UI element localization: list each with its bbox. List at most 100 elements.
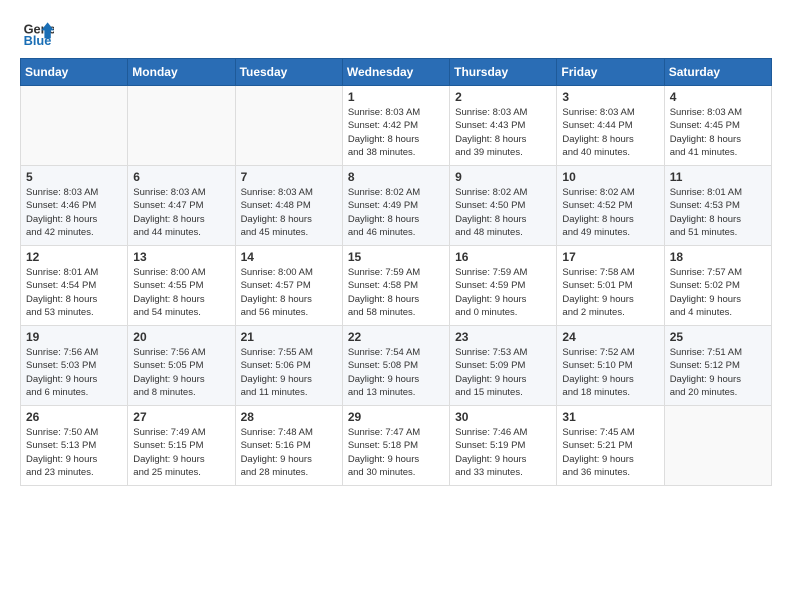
day-of-week-header: Friday <box>557 59 664 86</box>
day-info: Sunrise: 8:01 AM Sunset: 4:53 PM Dayligh… <box>670 186 766 239</box>
day-info: Sunrise: 8:02 AM Sunset: 4:50 PM Dayligh… <box>455 186 551 239</box>
day-info: Sunrise: 7:48 AM Sunset: 5:16 PM Dayligh… <box>241 426 337 479</box>
day-info: Sunrise: 7:59 AM Sunset: 4:58 PM Dayligh… <box>348 266 444 319</box>
calendar-cell: 7Sunrise: 8:03 AM Sunset: 4:48 PM Daylig… <box>235 166 342 246</box>
calendar-cell <box>21 86 128 166</box>
logo: General Blue <box>20 16 54 48</box>
day-info: Sunrise: 8:02 AM Sunset: 4:52 PM Dayligh… <box>562 186 658 239</box>
day-number: 19 <box>26 330 122 344</box>
day-info: Sunrise: 8:00 AM Sunset: 4:57 PM Dayligh… <box>241 266 337 319</box>
day-info: Sunrise: 7:49 AM Sunset: 5:15 PM Dayligh… <box>133 426 229 479</box>
day-info: Sunrise: 8:02 AM Sunset: 4:49 PM Dayligh… <box>348 186 444 239</box>
day-info: Sunrise: 8:03 AM Sunset: 4:44 PM Dayligh… <box>562 106 658 159</box>
calendar-cell: 23 Sunrise: 7:53 AM Sunset: 5:09 PM Dayli… <box>450 326 557 406</box>
day-number: 18 <box>670 250 766 264</box>
day-number: 26 <box>26 410 122 424</box>
day-info: Sunrise: 7:53 AM Sunset: 5:09 PM Dayligh… <box>455 346 551 399</box>
calendar-cell: 8 Sunrise: 8:02 AM Sunset: 4:49 PM Daylig… <box>342 166 449 246</box>
day-info: Sunrise: 8:03 AM Sunset: 4:42 PM Dayligh… <box>348 106 444 159</box>
day-info: Sunrise: 8:03 AM Sunset: 4:47 PM Dayligh… <box>133 186 229 239</box>
day-number: 3 <box>562 90 658 104</box>
day-info: Sunrise: 7:58 AM Sunset: 5:01 PM Dayligh… <box>562 266 658 319</box>
day-info: Sunrise: 7:56 AM Sunset: 5:03 PM Dayligh… <box>26 346 122 399</box>
day-number: 12 <box>26 250 122 264</box>
day-number: 1 <box>348 90 444 104</box>
day-info: Sunrise: 7:45 AM Sunset: 5:21 PM Dayligh… <box>562 426 658 479</box>
calendar-cell: 12Sunrise: 8:01 AM Sunset: 4:54 PM Dayli… <box>21 246 128 326</box>
day-info: Sunrise: 7:54 AM Sunset: 5:08 PM Dayligh… <box>348 346 444 399</box>
calendar-cell <box>128 86 235 166</box>
calendar-cell: 13 Sunrise: 8:00 AM Sunset: 4:55 PM Dayli… <box>128 246 235 326</box>
day-number: 28 <box>241 410 337 424</box>
calendar-week-row: 1 Sunrise: 8:03 AM Sunset: 4:42 PM Daylig… <box>21 86 772 166</box>
calendar-cell: 17 Sunrise: 7:58 AM Sunset: 5:01 PM Dayli… <box>557 246 664 326</box>
day-number: 4 <box>670 90 766 104</box>
day-number: 14 <box>241 250 337 264</box>
calendar-cell: 2Sunrise: 8:03 AM Sunset: 4:43 PM Daylig… <box>450 86 557 166</box>
calendar-cell: 26 Sunrise: 7:50 AM Sunset: 5:13 PM Dayli… <box>21 406 128 486</box>
day-number: 10 <box>562 170 658 184</box>
day-info: Sunrise: 8:00 AM Sunset: 4:55 PM Dayligh… <box>133 266 229 319</box>
day-info: Sunrise: 7:52 AM Sunset: 5:10 PM Dayligh… <box>562 346 658 399</box>
day-number: 24 <box>562 330 658 344</box>
calendar-cell: 6 Sunrise: 8:03 AM Sunset: 4:47 PM Daylig… <box>128 166 235 246</box>
day-number: 27 <box>133 410 229 424</box>
day-info: Sunrise: 7:51 AM Sunset: 5:12 PM Dayligh… <box>670 346 766 399</box>
day-number: 9 <box>455 170 551 184</box>
calendar-cell: 31Sunrise: 7:45 AM Sunset: 5:21 PM Dayli… <box>557 406 664 486</box>
day-number: 15 <box>348 250 444 264</box>
day-of-week-header: Wednesday <box>342 59 449 86</box>
day-number: 22 <box>348 330 444 344</box>
calendar-cell: 16 Sunrise: 7:59 AM Sunset: 4:59 PM Dayli… <box>450 246 557 326</box>
calendar-week-row: 5Sunrise: 8:03 AM Sunset: 4:46 PM Daylig… <box>21 166 772 246</box>
calendar-cell: 4 Sunrise: 8:03 AM Sunset: 4:45 PM Daylig… <box>664 86 771 166</box>
calendar-cell <box>235 86 342 166</box>
day-number: 16 <box>455 250 551 264</box>
calendar-table: SundayMondayTuesdayWednesdayThursdayFrid… <box>20 58 772 486</box>
calendar-week-row: 26 Sunrise: 7:50 AM Sunset: 5:13 PM Dayli… <box>21 406 772 486</box>
calendar-cell: 11 Sunrise: 8:01 AM Sunset: 4:53 PM Dayli… <box>664 166 771 246</box>
day-number: 23 <box>455 330 551 344</box>
day-info: Sunrise: 7:50 AM Sunset: 5:13 PM Dayligh… <box>26 426 122 479</box>
calendar-cell: 15 Sunrise: 7:59 AM Sunset: 4:58 PM Dayli… <box>342 246 449 326</box>
calendar-cell: 5Sunrise: 8:03 AM Sunset: 4:46 PM Daylig… <box>21 166 128 246</box>
calendar-cell: 10 Sunrise: 8:02 AM Sunset: 4:52 PM Dayli… <box>557 166 664 246</box>
calendar-cell: 27 Sunrise: 7:49 AM Sunset: 5:15 PM Dayli… <box>128 406 235 486</box>
calendar-cell: 22 Sunrise: 7:54 AM Sunset: 5:08 PM Dayli… <box>342 326 449 406</box>
calendar-cell: 20 Sunrise: 7:56 AM Sunset: 5:05 PM Dayli… <box>128 326 235 406</box>
day-info: Sunrise: 7:47 AM Sunset: 5:18 PM Dayligh… <box>348 426 444 479</box>
day-of-week-header: Thursday <box>450 59 557 86</box>
calendar-week-row: 19 Sunrise: 7:56 AM Sunset: 5:03 PM Dayli… <box>21 326 772 406</box>
day-of-week-header: Sunday <box>21 59 128 86</box>
calendar-cell: 29Sunrise: 7:47 AM Sunset: 5:18 PM Dayli… <box>342 406 449 486</box>
day-number: 7 <box>241 170 337 184</box>
day-number: 11 <box>670 170 766 184</box>
day-number: 6 <box>133 170 229 184</box>
day-info: Sunrise: 7:59 AM Sunset: 4:59 PM Dayligh… <box>455 266 551 319</box>
day-of-week-header: Tuesday <box>235 59 342 86</box>
day-info: Sunrise: 8:03 AM Sunset: 4:45 PM Dayligh… <box>670 106 766 159</box>
calendar-cell: 24 Sunrise: 7:52 AM Sunset: 5:10 PM Dayli… <box>557 326 664 406</box>
logo-icon: General Blue <box>22 16 54 48</box>
calendar-cell: 30Sunrise: 7:46 AM Sunset: 5:19 PM Dayli… <box>450 406 557 486</box>
calendar-cell: 1 Sunrise: 8:03 AM Sunset: 4:42 PM Daylig… <box>342 86 449 166</box>
calendar-cell: 18 Sunrise: 7:57 AM Sunset: 5:02 PM Dayli… <box>664 246 771 326</box>
day-number: 25 <box>670 330 766 344</box>
day-number: 20 <box>133 330 229 344</box>
calendar-week-row: 12Sunrise: 8:01 AM Sunset: 4:54 PM Dayli… <box>21 246 772 326</box>
day-number: 5 <box>26 170 122 184</box>
calendar-cell <box>664 406 771 486</box>
calendar-cell: 19 Sunrise: 7:56 AM Sunset: 5:03 PM Dayli… <box>21 326 128 406</box>
day-number: 17 <box>562 250 658 264</box>
day-info: Sunrise: 8:03 AM Sunset: 4:43 PM Dayligh… <box>455 106 551 159</box>
day-info: Sunrise: 7:57 AM Sunset: 5:02 PM Dayligh… <box>670 266 766 319</box>
day-number: 13 <box>133 250 229 264</box>
day-info: Sunrise: 7:56 AM Sunset: 5:05 PM Dayligh… <box>133 346 229 399</box>
day-number: 8 <box>348 170 444 184</box>
day-number: 21 <box>241 330 337 344</box>
calendar-cell: 28 Sunrise: 7:48 AM Sunset: 5:16 PM Dayli… <box>235 406 342 486</box>
calendar-cell: 21 Sunrise: 7:55 AM Sunset: 5:06 PM Dayli… <box>235 326 342 406</box>
calendar-header-row: SundayMondayTuesdayWednesdayThursdayFrid… <box>21 59 772 86</box>
calendar-cell: 9 Sunrise: 8:02 AM Sunset: 4:50 PM Daylig… <box>450 166 557 246</box>
day-info: Sunrise: 7:55 AM Sunset: 5:06 PM Dayligh… <box>241 346 337 399</box>
